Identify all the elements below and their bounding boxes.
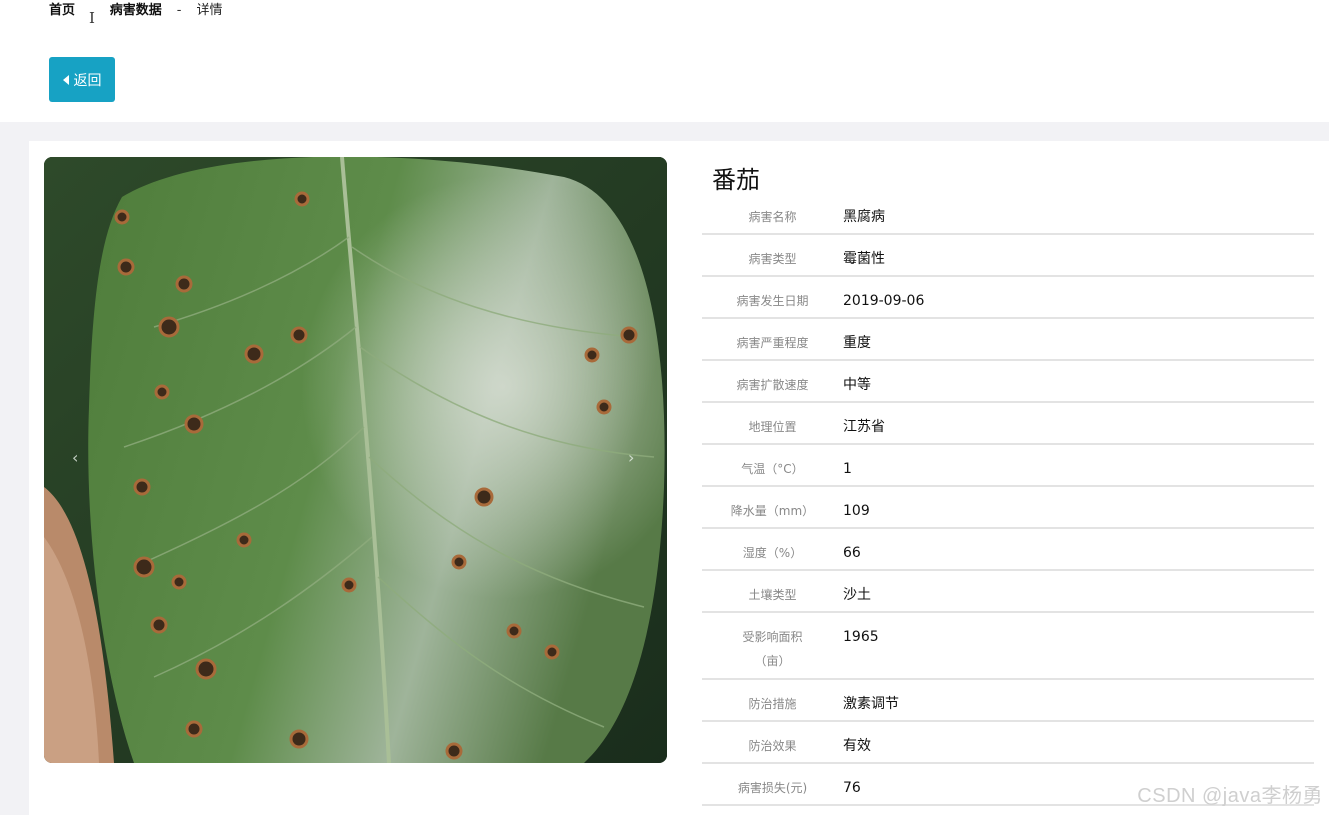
row-value: 霉菌性 [843,251,885,267]
back-button-label: 返回 [73,72,102,89]
row-value: 中等 [843,377,871,393]
carousel-prev-icon[interactable]: ‹ [72,448,78,468]
row-label: 病害发生日期 [736,294,809,308]
table-row: 病害扩散速度 中等 [702,361,1314,403]
table-row: 病害类型 霉菌性 [702,235,1314,277]
row-label: 病害损失(元) [737,781,808,795]
watermark: CSDN @java李杨勇 [1137,785,1323,807]
row-label: 病害扩散速度 [736,378,809,392]
row-label: 湿度（%） [742,546,803,560]
row-value: 1965 [843,629,879,645]
row-value: 有效 [843,738,871,754]
row-value: 重度 [843,335,871,351]
table-row: 病害严重程度 重度 [702,319,1314,361]
row-value: 激素调节 [843,696,899,712]
diseased-leaf-image [44,157,667,763]
breadcrumb-separator: - [176,3,182,18]
table-row: 地理位置 江苏省 [702,403,1314,445]
row-label: 防治措施 [748,697,797,711]
breadcrumb-home[interactable]: 首页 [49,2,75,20]
caret-left-icon [62,74,69,85]
image-carousel[interactable] [44,157,667,763]
row-value: 109 [843,503,870,519]
row-label: 土壤类型 [748,588,797,602]
row-label: 地理位置 [748,420,797,434]
breadcrumb-current: 详情 [196,3,223,18]
row-value: 76 [843,780,861,796]
breadcrumb: 首页 - 病害数据 - 详情 [49,2,222,20]
table-row: 病害名称 黑腐病 [702,193,1314,235]
detail-table: 病害名称 黑腐病 病害类型 霉菌性 病害发生日期 2019-09-06 病害严重… [702,193,1314,806]
row-label: 降水量（mm） [730,504,815,518]
page-title: 番茄 [712,166,760,194]
row-value: 1 [843,461,852,477]
row-label: 受影响面积（亩） [742,630,803,668]
row-label: 气温（°C） [741,462,804,476]
table-row: 防治措施 激素调节 [702,680,1314,722]
row-label: 病害类型 [748,252,797,266]
carousel-next-icon[interactable]: › [628,448,634,468]
text-cursor-icon: I [89,9,95,27]
table-row: 病害发生日期 2019-09-06 [702,277,1314,319]
row-label: 病害名称 [748,210,797,224]
back-button[interactable]: 返回 [49,57,115,102]
row-value: 江苏省 [843,419,885,435]
row-label: 防治效果 [748,739,797,753]
top-bar: 首页 - 病害数据 - 详情 I 返回 [0,0,1329,122]
table-row: 湿度（%） 66 [702,529,1314,571]
table-row: 土壤类型 沙土 [702,571,1314,613]
row-value: 2019-09-06 [843,293,925,309]
row-value: 沙土 [843,587,871,603]
table-row: 防治效果 有效 [702,722,1314,764]
table-row: 气温（°C） 1 [702,445,1314,487]
table-row: 降水量（mm） 109 [702,487,1314,529]
table-row: 受影响面积（亩） 1965 [702,613,1314,680]
breadcrumb-section[interactable]: 病害数据 [110,2,162,20]
row-value: 黑腐病 [843,209,885,225]
row-label: 病害严重程度 [736,336,809,350]
row-value: 66 [843,545,861,561]
